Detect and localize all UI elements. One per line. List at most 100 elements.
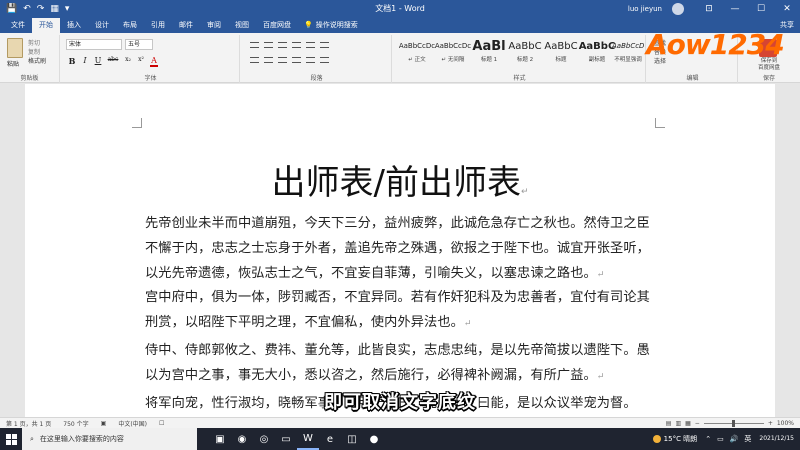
word-count[interactable]: 750 个字 bbox=[63, 419, 88, 428]
task-view-icon[interactable]: ▣ bbox=[209, 428, 231, 450]
zoom-in-button[interactable]: + bbox=[768, 420, 773, 427]
numbering-button[interactable] bbox=[264, 42, 273, 48]
maximize-button[interactable]: ☐ bbox=[748, 0, 774, 18]
increase-indent-button[interactable] bbox=[306, 42, 315, 48]
focus-icon[interactable]: ▤ bbox=[666, 420, 672, 427]
clock[interactable]: 2021/12/15 bbox=[759, 435, 800, 443]
recorder-icon[interactable]: ● bbox=[363, 428, 385, 450]
accessibility-icon[interactable]: ☐ bbox=[159, 420, 164, 427]
paste-icon[interactable] bbox=[7, 38, 23, 58]
avatar[interactable] bbox=[672, 3, 684, 15]
document-title[interactable]: 出师表/前出师表↵ bbox=[25, 155, 775, 204]
tab-baidu-netdisk[interactable]: 百度网盘 bbox=[256, 18, 298, 33]
multilevel-list-button[interactable] bbox=[278, 42, 287, 48]
document-page[interactable]: 出师表/前出师表↵ 先帝创业未半而中道崩殂，今天下三分，益州疲弊，此诚危急存亡之… bbox=[25, 84, 775, 417]
network-icon[interactable]: ▭ bbox=[717, 435, 724, 443]
line-spacing-button[interactable] bbox=[306, 57, 315, 63]
save-icon[interactable]: 💾 bbox=[6, 0, 17, 18]
strikethrough-button[interactable]: abc bbox=[107, 56, 119, 67]
align-center-button[interactable] bbox=[264, 57, 273, 63]
proofing-icon[interactable]: ▣ bbox=[101, 420, 107, 427]
tab-view[interactable]: 视图 bbox=[228, 18, 256, 33]
edge-icon[interactable]: e bbox=[319, 428, 341, 450]
font-name-select[interactable]: 宋体 bbox=[66, 39, 122, 50]
touch-mode-icon[interactable]: ▦ bbox=[50, 0, 59, 18]
tab-review[interactable]: 审阅 bbox=[200, 18, 228, 33]
style-title[interactable]: AaBbC 标题 bbox=[542, 38, 580, 68]
read-mode-icon[interactable]: ▥ bbox=[675, 420, 681, 427]
paragraph-group-label: 段落 bbox=[310, 75, 323, 82]
tab-design[interactable]: 设计 bbox=[88, 18, 116, 33]
file-explorer-icon[interactable]: ▭ bbox=[275, 428, 297, 450]
app-icon[interactable]: ◫ bbox=[341, 428, 363, 450]
style-heading-1[interactable]: AaBl 标题 1 bbox=[470, 38, 508, 68]
minimize-button[interactable]: — bbox=[722, 0, 748, 18]
italic-button[interactable]: I bbox=[81, 56, 89, 67]
paragraph-2[interactable]: 宫中府中，俱为一体，陟罚臧否，不宜异同。若有作奸犯科及为忠善者，宜付有司论其刑赏… bbox=[145, 285, 650, 337]
style-subtle-emphasis[interactable]: AaBbCcD 不明显强调 bbox=[612, 38, 644, 68]
style-no-spacing[interactable]: AaBbCcDc ↵ 无间隔 bbox=[434, 38, 472, 68]
zoom-out-button[interactable]: − bbox=[695, 420, 700, 427]
format-painter-button[interactable]: 格式刷 bbox=[28, 56, 46, 65]
tab-file[interactable]: 文件 bbox=[4, 18, 32, 33]
word-icon[interactable]: W bbox=[297, 428, 319, 450]
tell-me-search[interactable]: 💡 操作说明搜索 bbox=[298, 18, 358, 33]
close-button[interactable]: ✕ bbox=[774, 0, 800, 18]
font-color-button[interactable]: A bbox=[150, 56, 158, 67]
clipboard-group-label: 剪贴板 bbox=[20, 75, 39, 82]
paragraph-mark: ↵ bbox=[520, 187, 529, 197]
tab-insert[interactable]: 插入 bbox=[60, 18, 88, 33]
copy-button[interactable]: 复制 bbox=[28, 47, 40, 56]
browser-icon[interactable]: ◎ bbox=[253, 428, 275, 450]
print-layout-icon[interactable]: ▦ bbox=[685, 420, 691, 427]
subscript-button[interactable]: x₂ bbox=[124, 56, 132, 67]
style-normal[interactable]: AaBbCcDc ↵ 正文 bbox=[398, 38, 436, 68]
status-bar: 第 1 页，共 1 页 750 个字 ▣ 中文(中国) ☐ ▤ ▥ ▦ − + … bbox=[0, 417, 800, 428]
paragraph-group: 段落 bbox=[242, 35, 392, 83]
zoom-slider-thumb[interactable] bbox=[731, 420, 735, 427]
decrease-indent-button[interactable] bbox=[292, 42, 301, 48]
user-name[interactable]: luo jieyun bbox=[628, 5, 662, 13]
tab-home[interactable]: 开始 bbox=[32, 18, 60, 33]
watermark-logo: Aow1234 bbox=[646, 28, 785, 61]
redo-icon[interactable]: ↷ bbox=[37, 0, 45, 18]
undo-icon[interactable]: ↶ bbox=[23, 0, 31, 18]
weather-widget[interactable]: 15°C 晴朗 bbox=[652, 434, 706, 444]
customize-qat-icon[interactable]: ▾ bbox=[65, 0, 70, 18]
shading-button[interactable] bbox=[320, 57, 329, 63]
align-left-button[interactable] bbox=[250, 57, 259, 63]
chevron-up-icon[interactable]: ⌃ bbox=[705, 435, 711, 443]
style-heading-2[interactable]: AaBbC 标题 2 bbox=[506, 38, 544, 68]
paragraph-3[interactable]: 侍中、侍郎郭攸之、费祎、董允等，此皆良实，志虑忠纯，是以先帝简拔以遗陛下。愚以为… bbox=[145, 338, 650, 390]
tab-references[interactable]: 引用 bbox=[144, 18, 172, 33]
justify-button[interactable] bbox=[292, 57, 301, 63]
editing-group-label: 编辑 bbox=[686, 75, 699, 82]
superscript-button[interactable]: x² bbox=[137, 56, 145, 67]
font-group-label: 字体 bbox=[144, 75, 157, 82]
styles-group: AaBbCcDc ↵ 正文 AaBbCcDc ↵ 无间隔 AaBl 标题 1 A… bbox=[394, 35, 646, 83]
document-area[interactable]: 出师表/前出师表↵ 先帝创业未半而中道崩殂，今天下三分，益州疲弊，此诚危急存亡之… bbox=[0, 84, 800, 417]
cut-button[interactable]: 剪切 bbox=[28, 38, 40, 47]
chrome-icon[interactable]: ◉ bbox=[231, 428, 253, 450]
page-count[interactable]: 第 1 页，共 1 页 bbox=[6, 419, 51, 428]
bold-button[interactable]: B bbox=[68, 56, 76, 67]
ribbon-display-options-button[interactable]: ⊡ bbox=[696, 0, 722, 18]
windows-icon bbox=[5, 433, 17, 445]
style-subtitle[interactable]: AaBbC 副标题 bbox=[578, 38, 616, 68]
paragraph-1[interactable]: 先帝创业未半而中道崩殂，今天下三分，益州疲弊，此诚危急存亡之秋也。然侍卫之臣不懈… bbox=[145, 211, 650, 288]
volume-icon[interactable]: 🔊 bbox=[730, 435, 739, 443]
zoom-slider[interactable] bbox=[703, 420, 764, 427]
sort-button[interactable] bbox=[320, 42, 329, 48]
bullets-button[interactable] bbox=[250, 42, 259, 48]
language[interactable]: 中文(中国) bbox=[118, 419, 147, 428]
zoom-level[interactable]: 100% bbox=[777, 420, 794, 427]
taskbar-search[interactable]: ⌕ 在这里输入你要搜索的内容 bbox=[22, 428, 197, 450]
tab-mailings[interactable]: 邮件 bbox=[172, 18, 200, 33]
align-right-button[interactable] bbox=[278, 57, 287, 63]
font-size-select[interactable]: 五号 bbox=[125, 39, 153, 50]
ime-indicator[interactable]: 英 bbox=[744, 434, 751, 444]
paste-button-label[interactable]: 粘贴 bbox=[7, 59, 19, 68]
start-button[interactable] bbox=[0, 428, 22, 450]
underline-button[interactable]: U bbox=[94, 56, 102, 67]
tab-layout[interactable]: 布局 bbox=[116, 18, 144, 33]
